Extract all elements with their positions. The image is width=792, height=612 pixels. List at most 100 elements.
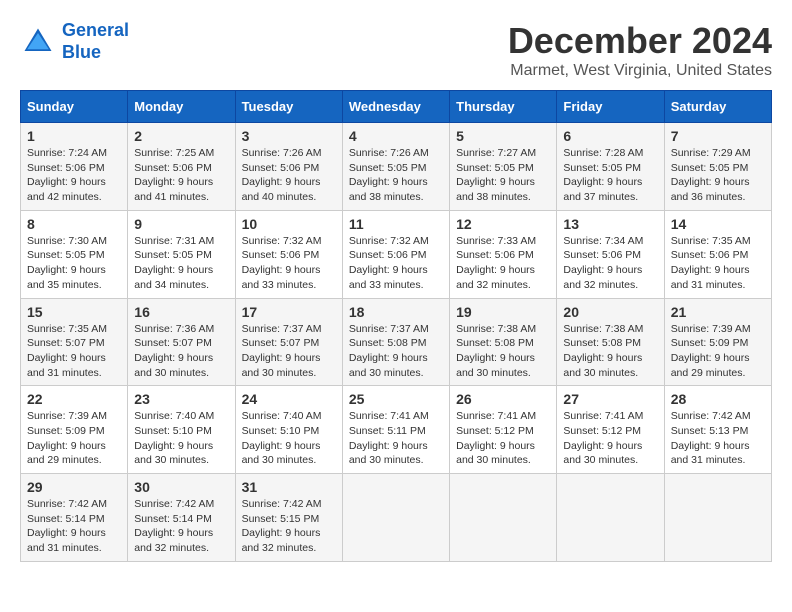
calendar-week-5: 29Sunrise: 7:42 AMSunset: 5:14 PMDayligh… <box>21 474 772 562</box>
day-number: 28 <box>671 391 765 407</box>
calendar-cell: 25 Sunrise: 7:41 AMSunset: 5:11 PMDayligh… <box>342 386 449 474</box>
day-number: 24 <box>242 391 336 407</box>
calendar-cell: 27 Sunrise: 7:41 AMSunset: 5:12 PMDayligh… <box>557 386 664 474</box>
day-detail: Sunrise: 7:37 AMSunset: 5:07 PMDaylight:… <box>242 322 336 381</box>
day-number: 1 <box>27 128 121 144</box>
day-detail: Sunrise: 7:41 AMSunset: 5:12 PMDaylight:… <box>563 409 657 468</box>
day-number: 13 <box>563 216 657 232</box>
day-detail: Sunrise: 7:26 AMSunset: 5:06 PMDaylight:… <box>242 146 336 205</box>
calendar-week-1: 1 Sunrise: 7:24 AMSunset: 5:06 PMDaylight… <box>21 123 772 211</box>
calendar-week-3: 15Sunrise: 7:35 AMSunset: 5:07 PMDayligh… <box>21 298 772 386</box>
day-detail: Sunrise: 7:24 AMSunset: 5:06 PMDaylight:… <box>27 146 121 205</box>
column-header-friday: Friday <box>557 91 664 123</box>
day-detail: Sunrise: 7:26 AMSunset: 5:05 PMDaylight:… <box>349 146 443 205</box>
day-number: 12 <box>456 216 550 232</box>
calendar-cell: 5 Sunrise: 7:27 AMSunset: 5:05 PMDaylight… <box>450 123 557 211</box>
calendar-cell: 1 Sunrise: 7:24 AMSunset: 5:06 PMDaylight… <box>21 123 128 211</box>
day-detail: Sunrise: 7:27 AMSunset: 5:05 PMDaylight:… <box>456 146 550 205</box>
logo-line2: Blue <box>62 42 101 62</box>
day-detail: Sunrise: 7:25 AMSunset: 5:06 PMDaylight:… <box>134 146 228 205</box>
calendar-cell: 31 Sunrise: 7:42 AMSunset: 5:15 PMDayligh… <box>235 474 342 562</box>
day-detail: Sunrise: 7:38 AMSunset: 5:08 PMDaylight:… <box>456 322 550 381</box>
day-number: 31 <box>242 479 336 495</box>
day-number: 20 <box>563 304 657 320</box>
day-number: 7 <box>671 128 765 144</box>
calendar-cell: 30 Sunrise: 7:42 AMSunset: 5:14 PMDayligh… <box>128 474 235 562</box>
day-detail: Sunrise: 7:34 AMSunset: 5:06 PMDaylight:… <box>563 234 657 293</box>
logo-icon <box>20 24 56 60</box>
calendar-cell: 19Sunrise: 7:38 AMSunset: 5:08 PMDayligh… <box>450 298 557 386</box>
day-number: 15 <box>27 304 121 320</box>
logo: General Blue <box>20 20 129 63</box>
calendar-cell: 20Sunrise: 7:38 AMSunset: 5:08 PMDayligh… <box>557 298 664 386</box>
day-number: 18 <box>349 304 443 320</box>
column-header-saturday: Saturday <box>664 91 771 123</box>
day-number: 27 <box>563 391 657 407</box>
calendar-cell: 6 Sunrise: 7:28 AMSunset: 5:05 PMDaylight… <box>557 123 664 211</box>
day-number: 17 <box>242 304 336 320</box>
day-number: 21 <box>671 304 765 320</box>
calendar-cell: 16Sunrise: 7:36 AMSunset: 5:07 PMDayligh… <box>128 298 235 386</box>
calendar-cell: 29Sunrise: 7:42 AMSunset: 5:14 PMDayligh… <box>21 474 128 562</box>
calendar-cell: 10 Sunrise: 7:32 AMSunset: 5:06 PMDayligh… <box>235 210 342 298</box>
calendar-cell: 26 Sunrise: 7:41 AMSunset: 5:12 PMDayligh… <box>450 386 557 474</box>
day-detail: Sunrise: 7:32 AMSunset: 5:06 PMDaylight:… <box>349 234 443 293</box>
day-detail: Sunrise: 7:30 AMSunset: 5:05 PMDaylight:… <box>27 234 121 293</box>
day-detail: Sunrise: 7:31 AMSunset: 5:05 PMDaylight:… <box>134 234 228 293</box>
calendar-cell: 14Sunrise: 7:35 AMSunset: 5:06 PMDayligh… <box>664 210 771 298</box>
column-header-sunday: Sunday <box>21 91 128 123</box>
day-detail: Sunrise: 7:42 AMSunset: 5:14 PMDaylight:… <box>27 497 121 556</box>
page-header: General Blue December 2024 Marmet, West … <box>20 20 772 80</box>
day-detail: Sunrise: 7:41 AMSunset: 5:11 PMDaylight:… <box>349 409 443 468</box>
day-detail: Sunrise: 7:33 AMSunset: 5:06 PMDaylight:… <box>456 234 550 293</box>
day-detail: Sunrise: 7:40 AMSunset: 5:10 PMDaylight:… <box>134 409 228 468</box>
day-number: 6 <box>563 128 657 144</box>
calendar-cell: 23 Sunrise: 7:40 AMSunset: 5:10 PMDayligh… <box>128 386 235 474</box>
day-detail: Sunrise: 7:32 AMSunset: 5:06 PMDaylight:… <box>242 234 336 293</box>
day-detail: Sunrise: 7:35 AMSunset: 5:06 PMDaylight:… <box>671 234 765 293</box>
column-header-wednesday: Wednesday <box>342 91 449 123</box>
day-number: 25 <box>349 391 443 407</box>
calendar-cell: 2 Sunrise: 7:25 AMSunset: 5:06 PMDaylight… <box>128 123 235 211</box>
logo-line1: General <box>62 20 129 40</box>
day-detail: Sunrise: 7:42 AMSunset: 5:14 PMDaylight:… <box>134 497 228 556</box>
day-number: 9 <box>134 216 228 232</box>
column-header-thursday: Thursday <box>450 91 557 123</box>
day-number: 11 <box>349 216 443 232</box>
calendar-cell: 4Sunrise: 7:26 AMSunset: 5:05 PMDaylight… <box>342 123 449 211</box>
calendar-cell: 12 Sunrise: 7:33 AMSunset: 5:06 PMDayligh… <box>450 210 557 298</box>
calendar-cell: 13 Sunrise: 7:34 AMSunset: 5:06 PMDayligh… <box>557 210 664 298</box>
day-detail: Sunrise: 7:39 AMSunset: 5:09 PMDaylight:… <box>671 322 765 381</box>
day-detail: Sunrise: 7:37 AMSunset: 5:08 PMDaylight:… <box>349 322 443 381</box>
day-detail: Sunrise: 7:39 AMSunset: 5:09 PMDaylight:… <box>27 409 121 468</box>
day-number: 2 <box>134 128 228 144</box>
day-number: 8 <box>27 216 121 232</box>
calendar-cell: 8 Sunrise: 7:30 AMSunset: 5:05 PMDaylight… <box>21 210 128 298</box>
calendar-cell <box>557 474 664 562</box>
calendar-cell: 24Sunrise: 7:40 AMSunset: 5:10 PMDayligh… <box>235 386 342 474</box>
day-number: 5 <box>456 128 550 144</box>
day-detail: Sunrise: 7:42 AMSunset: 5:13 PMDaylight:… <box>671 409 765 468</box>
header-row: SundayMondayTuesdayWednesdayThursdayFrid… <box>21 91 772 123</box>
day-detail: Sunrise: 7:28 AMSunset: 5:05 PMDaylight:… <box>563 146 657 205</box>
day-number: 10 <box>242 216 336 232</box>
logo-text: General Blue <box>62 20 129 63</box>
day-number: 26 <box>456 391 550 407</box>
calendar-cell: 22Sunrise: 7:39 AMSunset: 5:09 PMDayligh… <box>21 386 128 474</box>
column-header-monday: Monday <box>128 91 235 123</box>
calendar-week-2: 8 Sunrise: 7:30 AMSunset: 5:05 PMDaylight… <box>21 210 772 298</box>
day-detail: Sunrise: 7:36 AMSunset: 5:07 PMDaylight:… <box>134 322 228 381</box>
day-number: 3 <box>242 128 336 144</box>
calendar-cell: 11 Sunrise: 7:32 AMSunset: 5:06 PMDayligh… <box>342 210 449 298</box>
calendar-week-4: 22Sunrise: 7:39 AMSunset: 5:09 PMDayligh… <box>21 386 772 474</box>
day-number: 23 <box>134 391 228 407</box>
calendar-cell: 28 Sunrise: 7:42 AMSunset: 5:13 PMDayligh… <box>664 386 771 474</box>
calendar-cell: 7Sunrise: 7:29 AMSunset: 5:05 PMDaylight… <box>664 123 771 211</box>
calendar-cell: 9 Sunrise: 7:31 AMSunset: 5:05 PMDaylight… <box>128 210 235 298</box>
calendar-cell: 21 Sunrise: 7:39 AMSunset: 5:09 PMDayligh… <box>664 298 771 386</box>
calendar-table: SundayMondayTuesdayWednesdayThursdayFrid… <box>20 90 772 562</box>
calendar-cell: 17 Sunrise: 7:37 AMSunset: 5:07 PMDayligh… <box>235 298 342 386</box>
day-number: 30 <box>134 479 228 495</box>
day-detail: Sunrise: 7:42 AMSunset: 5:15 PMDaylight:… <box>242 497 336 556</box>
day-detail: Sunrise: 7:41 AMSunset: 5:12 PMDaylight:… <box>456 409 550 468</box>
